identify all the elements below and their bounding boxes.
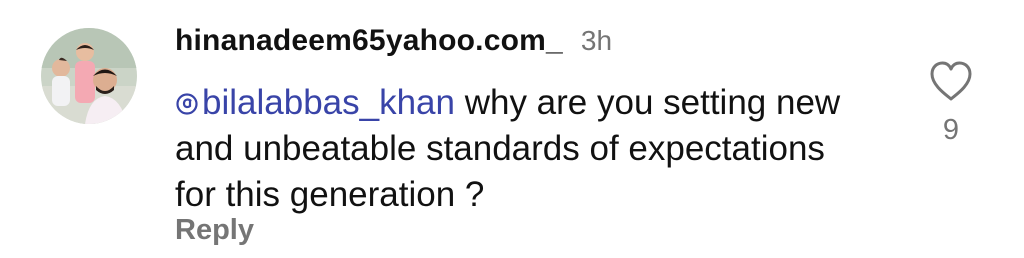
reply-button[interactable]: Reply xyxy=(175,214,254,247)
heart-outline-icon[interactable] xyxy=(928,60,974,102)
comment-header: hinanadeem65yahoo.com_ 3h xyxy=(175,24,612,64)
mention-username: bilalabbas_khan xyxy=(202,83,455,122)
avatar-photo xyxy=(41,28,137,124)
timestamp: 3h xyxy=(580,25,613,56)
username[interactable]: hinanadeem65yahoo.com_ xyxy=(175,24,563,58)
like-count: 9 xyxy=(942,114,960,146)
threads-at-icon xyxy=(176,93,198,115)
comment-item: hinanadeem65yahoo.com_ 3h bilalabbas_kha… xyxy=(0,0,1024,258)
avatar[interactable] xyxy=(41,28,137,124)
mention-link[interactable]: bilalabbas_khan xyxy=(175,83,455,122)
like-section: 9 xyxy=(923,60,979,147)
comment-text: bilalabbas_khan why are you setting new … xyxy=(175,80,875,218)
